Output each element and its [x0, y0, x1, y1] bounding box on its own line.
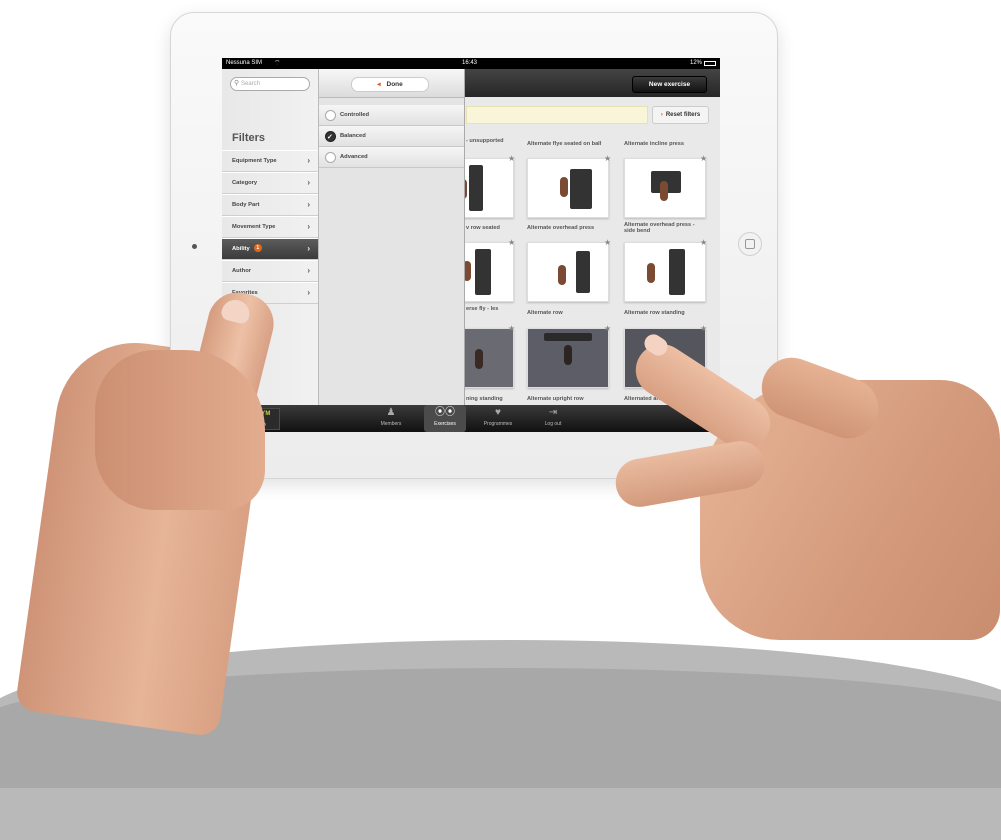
logout-icon: ⇥	[548, 407, 558, 418]
chevron-right-icon: ›	[307, 288, 310, 297]
ability-options-panel: ◂Done Controlled Balanced Advanced	[319, 69, 465, 405]
exercise-label: Alternate row	[527, 310, 563, 316]
chevron-right-icon: ›	[307, 244, 310, 253]
filter-item-body-part[interactable]: Body Part ›	[222, 194, 318, 216]
favorite-star-icon[interactable]: ★	[508, 324, 515, 333]
checked-radio-icon	[325, 128, 336, 148]
tab-exercises[interactable]: ⦿⦿ Exercises	[424, 405, 466, 432]
status-bar: Nessuna SIM ⌔ 16:43 12%	[222, 58, 720, 69]
exercise-label: Alternate overhead press - side bend	[624, 222, 695, 234]
filter-item-ability[interactable]: Ability 1 ›	[222, 238, 318, 260]
exercise-label: Alternate upright row	[527, 396, 584, 402]
tab-programmes[interactable]: ♥ Programmes	[477, 405, 519, 432]
programmes-icon: ♥	[495, 407, 501, 418]
filter-item-movement-type[interactable]: Movement Type ›	[222, 216, 318, 238]
exercises-icon: ⦿⦿	[435, 407, 455, 418]
exercise-thumbnail[interactable]	[624, 158, 706, 218]
favorite-star-icon[interactable]: ★	[508, 154, 515, 163]
exercise-thumbnail[interactable]	[527, 242, 609, 302]
home-button[interactable]	[738, 232, 762, 256]
favorite-star-icon[interactable]: ★	[700, 238, 707, 247]
exercise-label: Alternate row standing	[624, 310, 685, 316]
exercise-label: Alternate overhead press	[527, 225, 595, 231]
camera-icon	[192, 244, 197, 249]
chevron-right-icon: ›	[307, 266, 310, 275]
option-advanced[interactable]: Advanced	[319, 147, 464, 168]
radio-icon	[325, 110, 336, 121]
option-balanced[interactable]: Balanced	[319, 126, 464, 148]
count-badge: 1	[253, 244, 262, 253]
members-icon: ♟	[386, 407, 396, 418]
wifi-icon: ⌔	[274, 60, 281, 67]
battery-icon	[704, 61, 716, 66]
exercise-label: Alternate flye seated on ball	[527, 141, 602, 147]
exercise-thumbnail[interactable]	[624, 242, 706, 302]
tab-log-out[interactable]: ⇥ Log out	[532, 405, 574, 432]
favorite-star-icon[interactable]: ★	[508, 238, 515, 247]
active-filter-bar	[466, 106, 648, 124]
search-input[interactable]: ⚲ Search	[230, 77, 310, 91]
favorite-star-icon[interactable]: ★	[700, 154, 707, 163]
carrier-text: Nessuna SIM	[226, 60, 263, 66]
search-icon: ⚲	[234, 80, 240, 87]
favorite-star-icon[interactable]: ★	[604, 324, 611, 333]
favorite-star-icon[interactable]: ★	[604, 238, 611, 247]
exercise-label: Alternate incline press	[624, 141, 684, 147]
chevron-right-icon: ›	[307, 222, 310, 231]
new-exercise-button[interactable]: New exercise	[632, 76, 707, 93]
reset-icon: ›	[660, 112, 663, 118]
battery-text: 12%	[690, 60, 703, 66]
left-palm	[95, 350, 265, 510]
option-controlled[interactable]: Controlled	[319, 105, 464, 126]
tab-members[interactable]: ♟ Members	[370, 405, 412, 432]
clock-text: 16:43	[462, 60, 478, 66]
favorite-star-icon[interactable]: ★	[604, 154, 611, 163]
chevron-right-icon: ›	[307, 156, 310, 165]
done-button[interactable]: ◂ Done	[351, 77, 429, 92]
radio-icon	[325, 152, 336, 163]
chevron-right-icon: ›	[307, 178, 310, 187]
exercise-thumbnail[interactable]	[527, 158, 609, 218]
exercise-thumbnail[interactable]	[527, 328, 609, 388]
filter-item-equipment-type[interactable]: Equipment Type ›	[222, 150, 318, 172]
reset-filters-button[interactable]: › Reset filters	[652, 106, 709, 124]
bottom-tab-bar: TECHNOGYM The Wellness Company ♟Members …	[222, 405, 720, 432]
favorite-star-icon[interactable]: ★	[700, 324, 707, 333]
back-arrow-icon: ◂	[377, 81, 381, 88]
chevron-right-icon: ›	[307, 200, 310, 209]
filters-title: Filters	[232, 132, 266, 144]
filter-item-category[interactable]: Category ›	[222, 172, 318, 194]
filter-item-author[interactable]: Author ›	[222, 260, 318, 282]
